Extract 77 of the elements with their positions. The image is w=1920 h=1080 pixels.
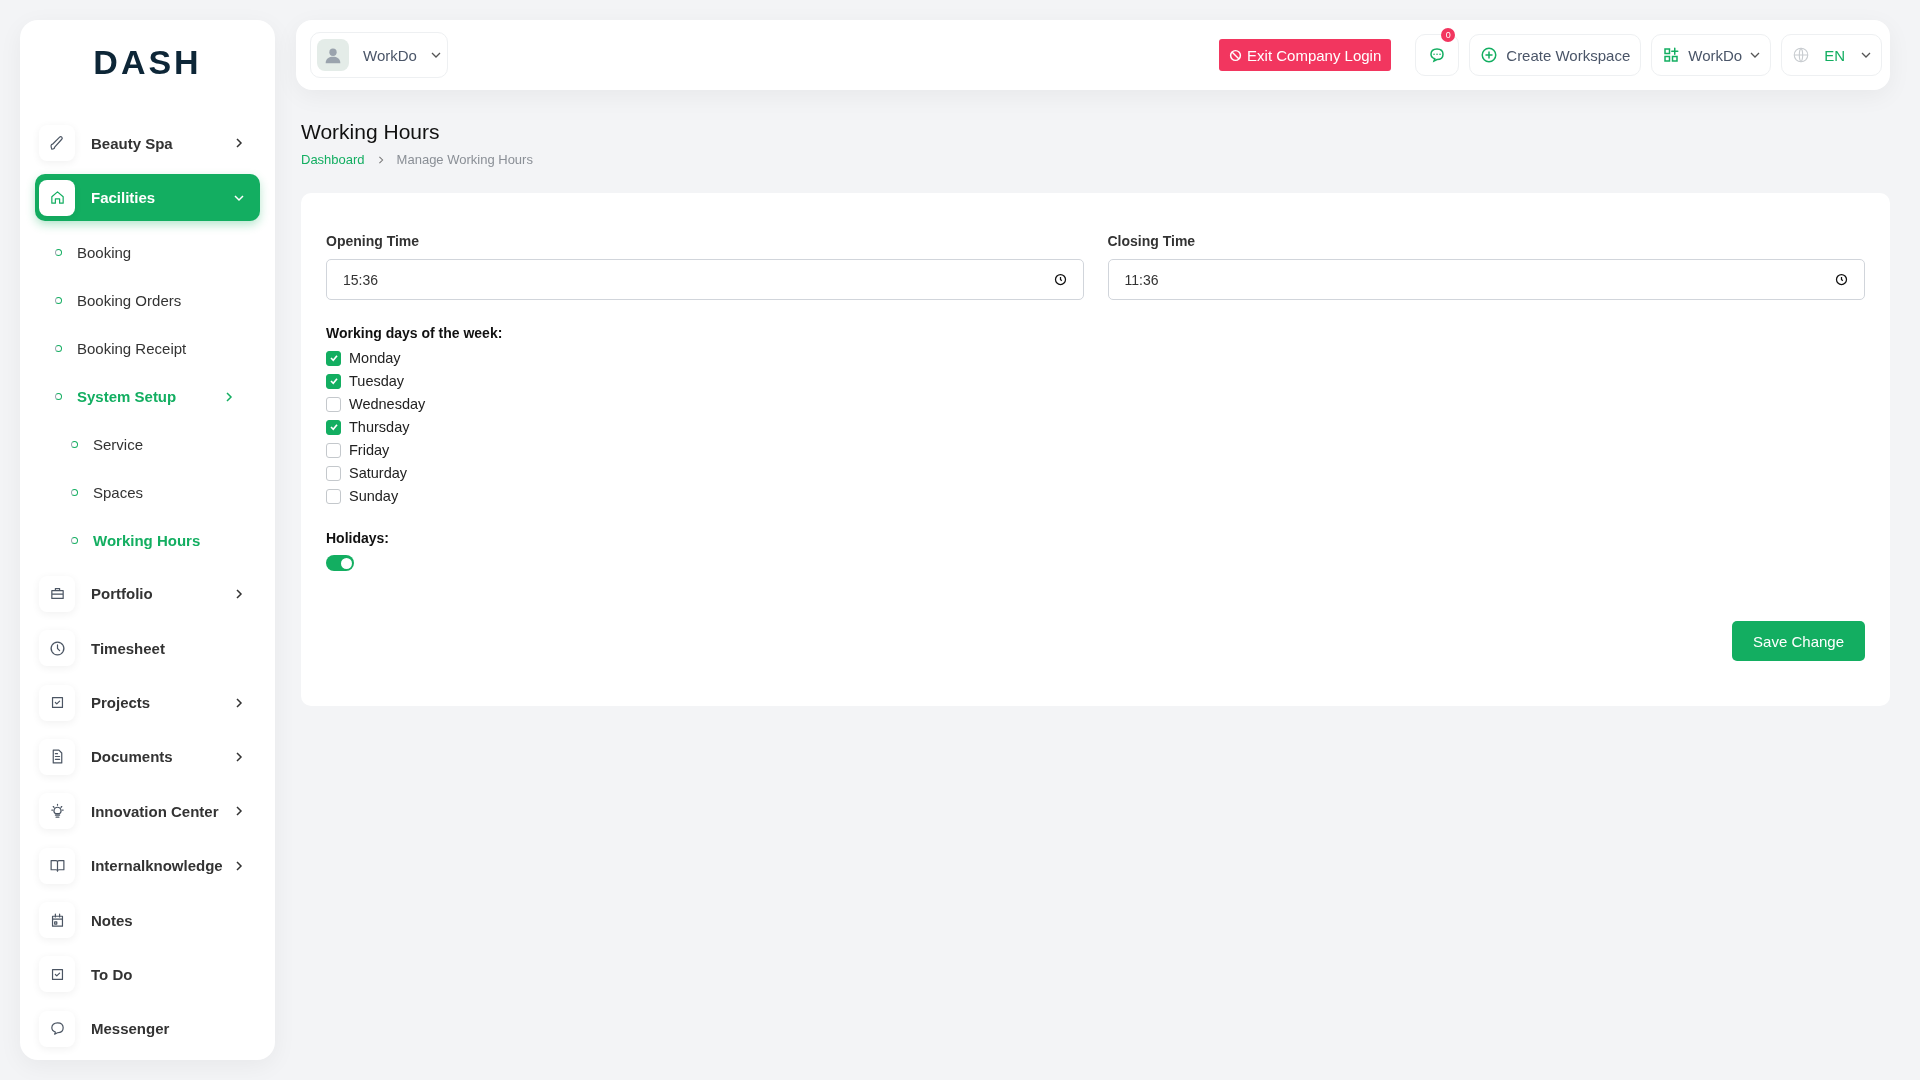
check-icon — [327, 421, 340, 433]
checkbox[interactable] — [326, 465, 341, 481]
sidebar-item[interactable]: Notes — [35, 896, 260, 944]
home-icon — [48, 189, 66, 207]
sidebar-item[interactable]: Portfolio — [35, 570, 260, 618]
sidebar-item-label: Timesheet — [91, 639, 166, 657]
chat-icon — [48, 1020, 66, 1038]
check-icon — [327, 375, 340, 387]
checkbox-label: Friday — [349, 442, 390, 458]
user-menu[interactable]: WorkDo — [310, 32, 448, 78]
checkbox[interactable] — [326, 488, 341, 504]
caret-icon — [430, 50, 441, 60]
checkbox[interactable] — [326, 442, 341, 458]
notification-badge: 0 — [1441, 28, 1456, 42]
sidebar-item[interactable]: Service — [93, 436, 144, 454]
globe-icon — [1792, 46, 1811, 64]
sidebar-item-label: Notes — [91, 911, 134, 929]
logo: DASH — [92, 42, 203, 82]
checkbox[interactable] — [326, 373, 341, 389]
sidebar-item-label: Beauty Spa — [91, 134, 174, 152]
sidebar-item[interactable]: Innovation Center — [35, 788, 260, 835]
workspace-menu[interactable]: WorkDo — [1651, 34, 1772, 76]
breadcrumb-current: Manage Working Hours — [396, 152, 533, 167]
sidebar-item[interactable]: Booking — [77, 244, 132, 262]
sidebar-item-label: Messenger — [91, 1020, 171, 1038]
chevron-right-icon — [376, 155, 385, 164]
toggle-switch[interactable] — [326, 555, 354, 571]
clock-icon — [1052, 272, 1068, 287]
lightbulb-icon — [48, 802, 66, 820]
messages-button[interactable] — [1415, 34, 1460, 76]
checkbox-label: Sunday — [349, 488, 399, 504]
checkbox-label: Tuesday — [349, 373, 405, 389]
sidebar-item[interactable]: To Do — [35, 951, 260, 998]
checkbox-label: Monday — [349, 350, 401, 366]
exit-company-login-button[interactable]: Exit Company Login — [1219, 39, 1392, 71]
brush-icon — [48, 134, 66, 152]
sidebar-item-label: Projects — [91, 694, 152, 712]
time-input[interactable]: 11:36 — [1107, 259, 1865, 300]
sidebar-item[interactable]: Spaces — [93, 484, 144, 502]
clock-icon — [1834, 272, 1849, 287]
checkbox-label: Thursday — [349, 419, 410, 435]
caret-icon — [1750, 50, 1761, 60]
sidebar-item[interactable]: Timesheet — [35, 625, 260, 672]
create-workspace-button[interactable]: Create Workspace — [1469, 34, 1642, 76]
sidebar-item[interactable]: Booking Orders — [77, 292, 182, 310]
section-label: Working days of the week: — [326, 325, 503, 341]
sidebar-item[interactable]: Beauty Spa — [35, 120, 260, 167]
section-label: Holidays: — [326, 530, 389, 546]
sidebar-item-label: Documents — [91, 748, 174, 766]
checkbox[interactable] — [326, 396, 341, 412]
grid-plus-icon — [1662, 46, 1681, 64]
sidebar-item[interactable]: Messenger — [35, 1005, 260, 1052]
chat-icon — [1428, 46, 1447, 64]
ban-icon — [1229, 48, 1243, 62]
book-icon — [48, 857, 66, 875]
sidebar-item-label: Portfolio — [91, 585, 154, 603]
page-title: Working Hours — [301, 119, 441, 145]
caret-icon — [1861, 50, 1871, 60]
checkbox-label: Saturday — [349, 465, 408, 481]
check-icon — [327, 352, 340, 364]
plus-circle-icon — [1480, 46, 1499, 64]
sidebar-item-label: To Do — [91, 965, 134, 983]
sidebar-item-label: Facilities — [91, 189, 157, 207]
field-label: Opening Time — [326, 233, 421, 249]
checkbox[interactable] — [326, 350, 341, 366]
sidebar-item-label: Innovation Center — [91, 802, 220, 820]
sidebar-item-label: Internalknowledge — [91, 857, 224, 875]
avatar-icon — [317, 39, 349, 71]
checkbox-label: Wednesday — [349, 396, 426, 412]
sidebar-item[interactable]: Internalknowledge — [35, 842, 260, 889]
sidebar-item[interactable]: Projects — [35, 679, 260, 726]
time-input[interactable]: 15:36 — [326, 259, 1084, 300]
clock-icon — [48, 639, 66, 657]
sidebar-item[interactable]: Documents — [35, 733, 260, 781]
sidebar-item[interactable]: Booking Receipt — [77, 340, 187, 358]
field-label: Closing Time — [1107, 233, 1197, 249]
checkbox[interactable] — [326, 419, 341, 435]
